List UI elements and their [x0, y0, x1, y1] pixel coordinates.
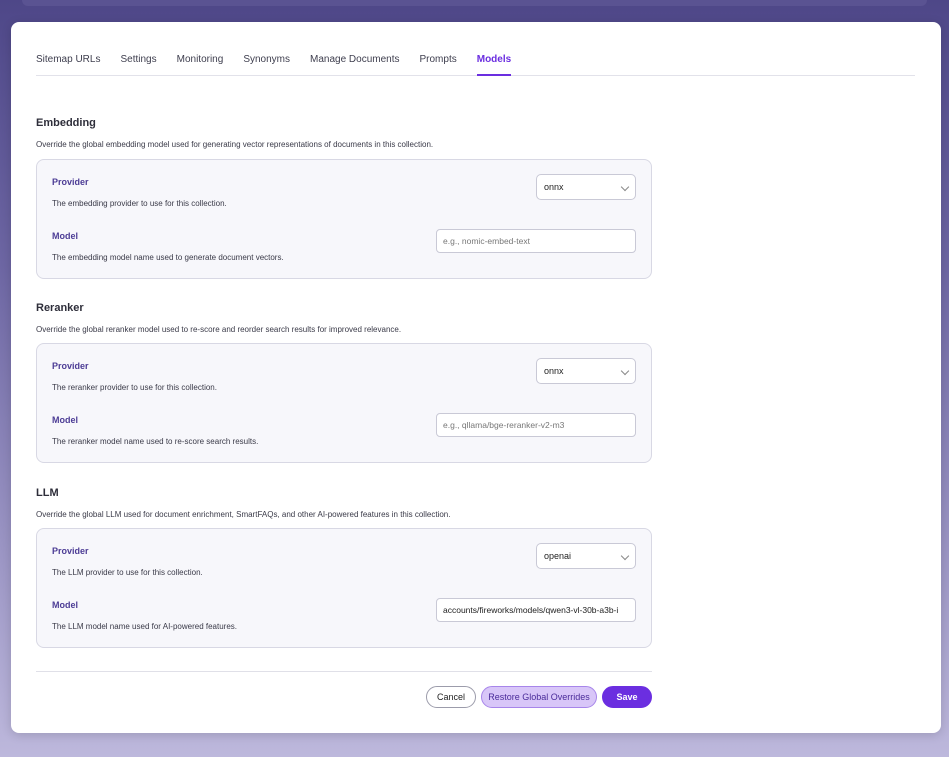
llm-section-title: LLM — [36, 487, 59, 499]
save-button[interactable]: Save — [602, 686, 652, 708]
llm-provider-value: openai — [544, 551, 572, 561]
reranker-model-label: Model — [52, 415, 78, 425]
embedding-model-input[interactable] — [436, 229, 636, 253]
tab-synonyms[interactable]: Synonyms — [243, 54, 290, 76]
llm-provider-label: Provider — [52, 546, 89, 556]
reranker-model-input[interactable] — [436, 413, 636, 437]
embedding-provider-value: onnx — [544, 182, 564, 192]
collection-settings-panel: Sitemap URLs Settings Monitoring Synonym… — [11, 22, 941, 733]
cancel-button[interactable]: Cancel — [426, 686, 476, 708]
reranker-provider-value: onnx — [544, 366, 564, 376]
chevron-down-icon — [620, 182, 630, 192]
embedding-model-label: Model — [52, 231, 78, 241]
tab-sitemap-urls[interactable]: Sitemap URLs — [36, 54, 100, 76]
reranker-provider-select[interactable]: onnx — [536, 358, 636, 384]
reranker-card: Provider The reranker provider to use fo… — [36, 343, 652, 463]
llm-model-label: Model — [52, 600, 78, 610]
llm-provider-select[interactable]: openai — [536, 543, 636, 569]
llm-section-description: Override the global LLM used for documen… — [36, 510, 451, 519]
llm-model-description: The LLM model name used for AI-powered f… — [52, 622, 237, 631]
restore-global-overrides-button[interactable]: Restore Global Overrides — [481, 686, 597, 708]
tab-models[interactable]: Models — [476, 54, 512, 76]
background-header-strip — [22, 0, 927, 6]
embedding-model-description: The embedding model name used to generat… — [52, 253, 284, 262]
reranker-section-description: Override the global reranker model used … — [36, 325, 402, 334]
tab-settings[interactable]: Settings — [120, 54, 156, 76]
reranker-section-title: Reranker — [36, 302, 84, 314]
llm-model-input[interactable] — [436, 598, 636, 622]
embedding-provider-select[interactable]: onnx — [536, 174, 636, 200]
embedding-provider-label: Provider — [52, 177, 89, 187]
llm-card: Provider The LLM provider to use for thi… — [36, 528, 652, 648]
reranker-provider-label: Provider — [52, 361, 89, 371]
tab-manage-documents[interactable]: Manage Documents — [310, 54, 400, 76]
footer-divider — [36, 671, 652, 672]
chevron-down-icon — [620, 551, 630, 561]
reranker-model-description: The reranker model name used to re-score… — [52, 437, 259, 446]
embedding-provider-description: The embedding provider to use for this c… — [52, 199, 227, 208]
embedding-section-title: Embedding — [36, 117, 96, 129]
embedding-card: Provider The embedding provider to use f… — [36, 159, 652, 279]
chevron-down-icon — [620, 366, 630, 376]
embedding-section-description: Override the global embedding model used… — [36, 140, 434, 149]
tab-prompts[interactable]: Prompts — [420, 54, 457, 76]
tab-bar: Sitemap URLs Settings Monitoring Synonym… — [36, 54, 915, 76]
reranker-provider-description: The reranker provider to use for this co… — [52, 383, 217, 392]
tab-monitoring[interactable]: Monitoring — [177, 54, 224, 76]
llm-provider-description: The LLM provider to use for this collect… — [52, 568, 203, 577]
